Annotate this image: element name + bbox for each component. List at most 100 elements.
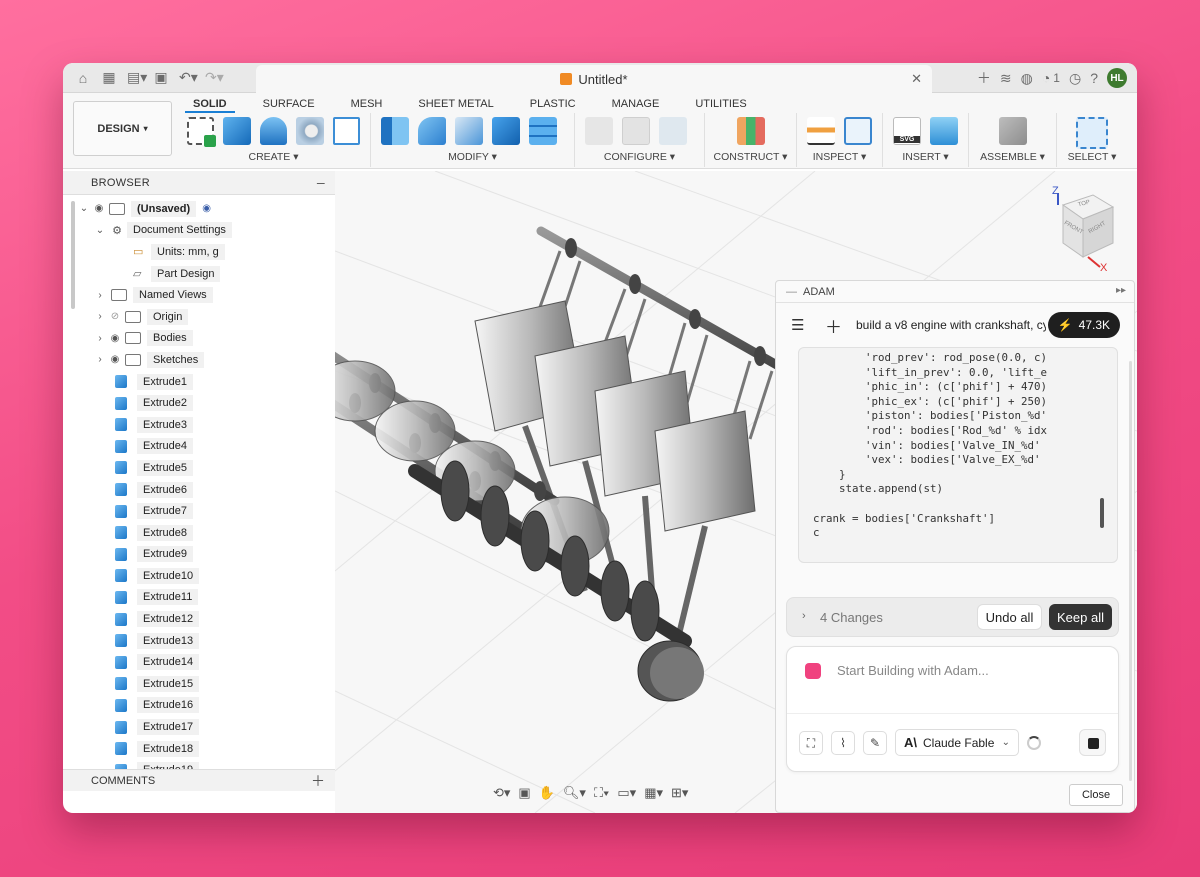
tree-extrude-item[interactable]: Extrude13 bbox=[63, 630, 335, 652]
chevron-right-icon[interactable]: › bbox=[93, 333, 107, 344]
extrude-icon[interactable] bbox=[223, 117, 251, 145]
tree-extrude-item[interactable]: Extrude18 bbox=[63, 738, 335, 760]
new-chat-icon[interactable]: ＋ bbox=[825, 313, 842, 338]
tree-extrude-item[interactable]: Extrude3 bbox=[63, 414, 335, 436]
tree-doc-settings[interactable]: ⌄ ⚙ Document Settings bbox=[63, 220, 335, 242]
save-icon[interactable]: ▣ bbox=[153, 69, 169, 86]
tree-units[interactable]: ▭ Units: mm, g bbox=[63, 241, 335, 263]
globe-icon[interactable]: ◍ bbox=[1021, 70, 1033, 87]
workspace-switcher[interactable]: DESIGN ▾ bbox=[73, 101, 172, 156]
drag-handle-icon[interactable]: — bbox=[786, 286, 797, 298]
undo-all-button[interactable]: Undo all bbox=[977, 604, 1042, 630]
group-modify-label[interactable]: MODIFY ▾ bbox=[371, 151, 574, 163]
active-radio-icon[interactable]: ◉ bbox=[202, 203, 211, 214]
code-scrollbar[interactable] bbox=[1100, 498, 1104, 528]
insert-svg-icon[interactable]: SVG bbox=[893, 117, 921, 145]
tree-extrude-item[interactable]: Extrude5 bbox=[63, 457, 335, 479]
tree-extrude-item[interactable]: Extrude16 bbox=[63, 695, 335, 717]
document-tab[interactable]: Untitled* ✕ bbox=[256, 65, 932, 93]
attach-icon[interactable]: ⌇ bbox=[831, 731, 855, 755]
tree-root[interactable]: ⌄ ◉ (Unsaved) ◉ bbox=[63, 198, 335, 220]
tab-solid[interactable]: SOLID bbox=[185, 95, 235, 113]
tab-surface[interactable]: SURFACE bbox=[255, 95, 323, 113]
display-settings-icon[interactable]: ▭▾ bbox=[617, 785, 636, 801]
eye-icon[interactable]: ◉ bbox=[107, 333, 123, 344]
tree-named-views[interactable]: › Named Views bbox=[63, 284, 335, 306]
grid-settings-icon[interactable]: ▦▾ bbox=[644, 785, 663, 801]
pencil-icon[interactable]: ✎ bbox=[863, 731, 887, 755]
tree-extrude-item[interactable]: Extrude1 bbox=[63, 371, 335, 393]
file-menu-icon[interactable]: ▤▾ bbox=[127, 69, 147, 86]
offset-plane-icon[interactable] bbox=[736, 117, 765, 145]
chat-title[interactable]: build a v8 engine with crankshaft, cy bbox=[856, 318, 1046, 332]
pattern-icon[interactable] bbox=[332, 117, 360, 145]
revolve-icon[interactable] bbox=[259, 117, 288, 145]
tree-extrude-item[interactable]: Extrude14 bbox=[63, 651, 335, 673]
tree-extrude-item[interactable]: Extrude12 bbox=[63, 608, 335, 630]
changes-label[interactable]: 4 Changes bbox=[820, 610, 883, 625]
new-tab-icon[interactable]: ＋ bbox=[977, 68, 991, 88]
job-status-icon[interactable]: ◔ bbox=[1042, 70, 1050, 86]
redo-icon[interactable]: ↷▾ bbox=[205, 69, 224, 86]
zoom-icon[interactable]: 🔍︎▾ bbox=[563, 785, 586, 801]
tree-extrude-item[interactable]: Extrude11 bbox=[63, 587, 335, 609]
chevron-right-icon[interactable]: › bbox=[93, 311, 107, 322]
group-create-label[interactable]: CREATE ▾ bbox=[177, 151, 370, 163]
model-selector[interactable]: A\ Claude Fable ⌄ bbox=[895, 729, 1019, 756]
menu-icon[interactable]: ☰ bbox=[791, 316, 805, 334]
group-insert-label[interactable]: INSERT ▾ bbox=[883, 151, 968, 163]
group-construct-label[interactable]: CONSTRUCT ▾ bbox=[705, 151, 796, 163]
fillet-icon[interactable] bbox=[418, 117, 446, 145]
undo-icon[interactable]: ↶▾ bbox=[179, 69, 198, 86]
insert-image-icon[interactable] bbox=[930, 117, 958, 145]
orbit-icon[interactable]: ⟲▾ bbox=[493, 785, 510, 801]
expand-panel-icon[interactable]: ▸▸ bbox=[1116, 285, 1126, 296]
tab-utilities[interactable]: UTILITIES bbox=[687, 95, 754, 113]
comments-bar[interactable]: COMMENTS ＋ bbox=[63, 769, 335, 791]
configure-icon[interactable] bbox=[585, 117, 613, 145]
eye-icon[interactable]: ◉ bbox=[107, 354, 123, 365]
screenshot-icon[interactable]: ⛶ bbox=[799, 731, 823, 755]
group-select-label[interactable]: SELECT ▾ bbox=[1057, 151, 1127, 163]
data-panel-icon[interactable]: ≋ bbox=[1000, 70, 1012, 87]
tree-part-design[interactable]: ▱ Part Design bbox=[63, 263, 335, 285]
tab-manage[interactable]: MANAGE bbox=[604, 95, 668, 113]
tree-extrude-item[interactable]: Extrude17 bbox=[63, 716, 335, 738]
tree-origin[interactable]: › ⊘ Origin bbox=[63, 306, 335, 328]
config-rules-icon[interactable] bbox=[659, 117, 687, 145]
chevron-right-icon[interactable]: › bbox=[93, 354, 107, 365]
combine-icon[interactable] bbox=[529, 117, 557, 145]
eye-icon[interactable]: ◉ bbox=[91, 203, 107, 214]
tab-sheet-metal[interactable]: SHEET METAL bbox=[410, 95, 501, 113]
collapse-browser-icon[interactable]: – bbox=[317, 174, 325, 190]
tree-extrude-item[interactable]: Extrude10 bbox=[63, 565, 335, 587]
chevron-down-icon[interactable]: ⌄ bbox=[93, 225, 107, 236]
tree-sketches[interactable]: › ◉ Sketches bbox=[63, 349, 335, 371]
tab-mesh[interactable]: MESH bbox=[343, 95, 391, 113]
avatar[interactable]: HL bbox=[1107, 68, 1127, 88]
add-comment-icon[interactable]: ＋ bbox=[311, 771, 325, 791]
stop-button[interactable] bbox=[1079, 729, 1106, 756]
home-icon[interactable]: ⌂ bbox=[75, 70, 91, 86]
viewports-icon[interactable]: ⊞▾ bbox=[671, 785, 688, 801]
chamfer-icon[interactable] bbox=[455, 117, 483, 145]
group-inspect-label[interactable]: INSPECT ▾ bbox=[797, 151, 882, 163]
press-pull-icon[interactable] bbox=[381, 117, 409, 145]
tab-plastic[interactable]: PLASTIC bbox=[522, 95, 584, 113]
close-button[interactable]: Close bbox=[1069, 784, 1123, 806]
credits-badge[interactable]: ⚡ 47.3K bbox=[1047, 312, 1120, 338]
create-sketch-icon[interactable] bbox=[187, 117, 217, 147]
tree-extrude-item[interactable]: Extrude15 bbox=[63, 673, 335, 695]
look-at-icon[interactable]: ▣ bbox=[518, 785, 530, 801]
chevron-right-icon[interactable]: › bbox=[802, 610, 806, 622]
joint-icon[interactable] bbox=[998, 117, 1027, 145]
tree-extrude-item[interactable]: Extrude9 bbox=[63, 544, 335, 566]
tree-extrude-item[interactable]: Extrude2 bbox=[63, 392, 335, 414]
close-tab-icon[interactable]: ✕ bbox=[911, 71, 922, 87]
eye-hidden-icon[interactable]: ⊘ bbox=[107, 311, 123, 322]
adam-scrollbar[interactable] bbox=[1129, 361, 1132, 781]
group-configure-label[interactable]: CONFIGURE ▾ bbox=[575, 151, 704, 163]
tree-extrude-item[interactable]: Extrude7 bbox=[63, 500, 335, 522]
clock-icon[interactable]: ◷ bbox=[1069, 70, 1081, 87]
pan-icon[interactable]: ✋ bbox=[539, 785, 555, 801]
